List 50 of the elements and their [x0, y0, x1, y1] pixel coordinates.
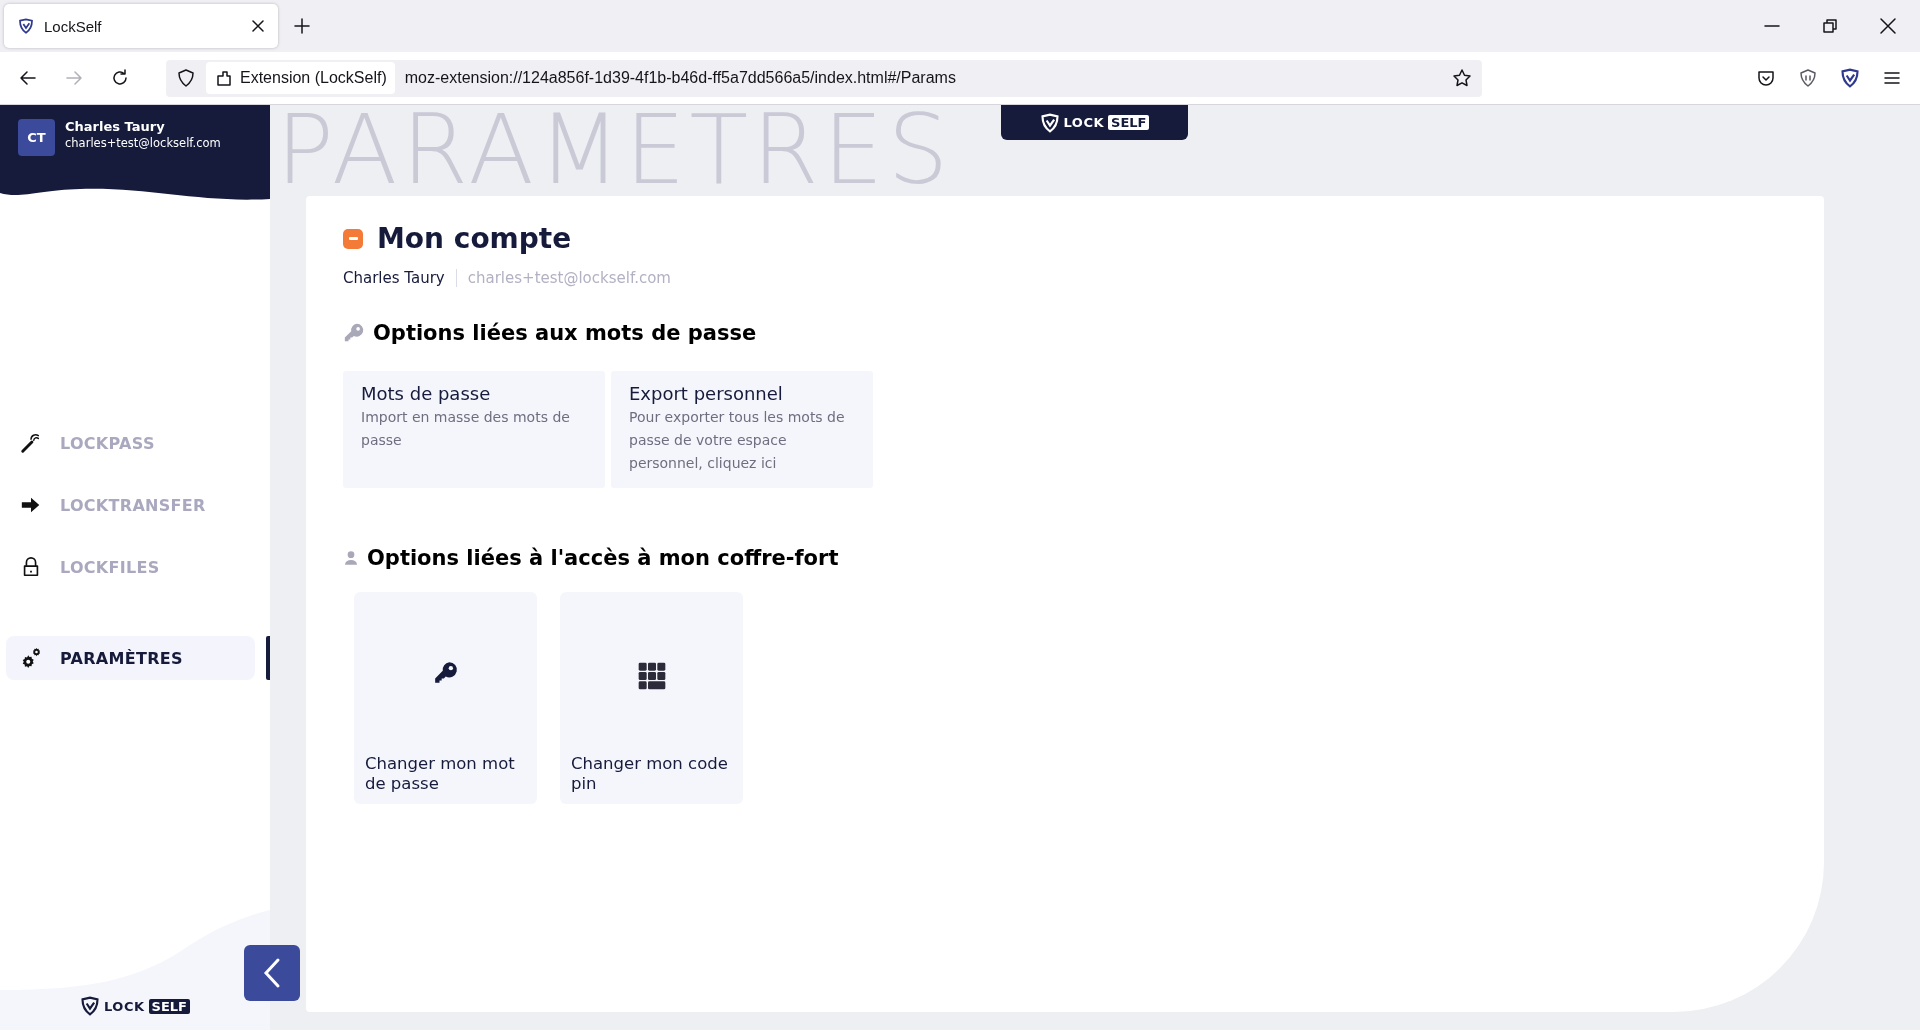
- new-tab-icon[interactable]: [292, 16, 312, 36]
- extension-icon[interactable]: [214, 68, 234, 88]
- chevron-left-icon: [262, 957, 282, 989]
- account-icon: [343, 228, 363, 249]
- logo-text: LOCK: [104, 998, 145, 1014]
- option-tile[interactable]: Changer mon mot de passe: [354, 592, 537, 804]
- section-heading: Options liées aux mots de passe: [373, 321, 757, 345]
- user-avatar: CT: [18, 119, 55, 156]
- section-heading: Options liées à l'accès à mon coffre-fort: [367, 546, 839, 570]
- card-title: Export personnel: [629, 383, 784, 404]
- account-email: charles+test@lockself.com: [455, 269, 671, 287]
- option-card[interactable]: Mots de passe Import en masse des mots de passe: [343, 371, 605, 488]
- restore-icon[interactable]: [1820, 16, 1840, 36]
- keypad-icon: [636, 660, 668, 692]
- gears-icon: [20, 647, 42, 669]
- card-description: Import en masse des mots de passe: [361, 408, 571, 450]
- star-icon[interactable]: [1452, 68, 1472, 88]
- pocket-icon[interactable]: [1756, 68, 1776, 88]
- wrench-icon: [20, 432, 42, 454]
- page-title: Mon compte: [377, 222, 572, 255]
- logo-text: SELF: [1108, 115, 1150, 130]
- nav-item[interactable]: PARAMÈTRES: [6, 636, 255, 680]
- user-email: charles+test@lockself.com: [65, 136, 221, 150]
- reload-icon[interactable]: [110, 68, 130, 88]
- tab-favicon-icon: [18, 18, 34, 34]
- tile-label: Changer mon mot de passe: [365, 754, 516, 794]
- option-tile[interactable]: Changer mon code pin: [560, 592, 743, 804]
- url-text: moz-extension://124a856f-1d39-4f1b-b46d-ff5a7dd566a5/index.html#/Params: [404, 69, 957, 87]
- shield-icon[interactable]: [176, 68, 196, 88]
- close-icon[interactable]: [1878, 16, 1898, 36]
- tile-label: Changer mon code pin: [571, 754, 729, 794]
- identity-chip[interactable]: Extension (LockSelf): [206, 62, 395, 94]
- shield-logo-icon: [80, 996, 101, 1016]
- user-name: Charles Taury: [65, 119, 166, 134]
- selection-indicator: [266, 636, 270, 680]
- shield-logo-icon: [1039, 112, 1060, 133]
- account-name: Charles Taury: [343, 269, 445, 287]
- collapse-sidebar-button[interactable]: [244, 945, 300, 1001]
- lockself-extension-icon[interactable]: [1840, 68, 1860, 88]
- option-card[interactable]: Export personnel Pour exporter tous les mots de passe de votre espace personnel, cliquez ici: [611, 371, 873, 488]
- key-icon: [343, 322, 365, 344]
- browser-tab[interactable]: LockSelf: [4, 4, 278, 48]
- key-icon: [433, 660, 459, 686]
- card-description: Pour exporter tous les mots de passe de votre espace personnel, cliquez ici: [629, 408, 846, 473]
- user-icon: [343, 550, 359, 566]
- logo-text: LOCK: [1063, 115, 1105, 130]
- card-title: Mots de passe: [361, 383, 492, 404]
- back-icon[interactable]: [18, 68, 38, 88]
- address-bar[interactable]: Extension (LockSelf) moz-extension://124a856f-1d39-4f1b-b46d-ff5a7dd566a5/index.html#/Params: [166, 59, 1482, 97]
- shield-extension-icon[interactable]: [1798, 68, 1818, 88]
